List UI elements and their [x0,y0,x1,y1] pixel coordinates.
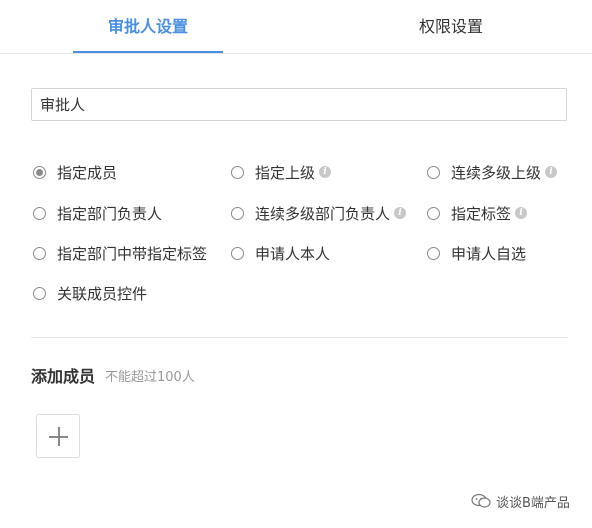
radio-option-multi-level-superior[interactable]: 连续多级上级 i [427,162,558,182]
radio-icon[interactable] [427,206,440,220]
radio-icon[interactable] [33,246,46,260]
add-members-title: 添加成员 [31,367,96,386]
wechat-icon [471,494,491,508]
tab-approver-settings[interactable]: 审批人设置 [73,0,223,53]
option-label: 指定上级 [255,163,316,182]
radio-icon[interactable] [231,246,244,260]
info-icon[interactable]: i [515,207,528,219]
radio-icon[interactable] [33,286,46,300]
tab-bar: 审批人设置 权限设置 [0,0,592,54]
option-label: 申请人本人 [255,244,331,263]
radio-option-department-head[interactable]: 指定部门负责人 [33,203,162,223]
add-member-button[interactable] [36,414,80,458]
watermark: 谈谈B端产品 [471,492,570,511]
radio-icon[interactable] [231,165,244,179]
info-icon[interactable]: i [545,166,558,178]
section-divider [31,337,568,338]
add-members-hint: 不能超过100人 [105,370,195,385]
info-icon[interactable]: i [319,166,332,178]
radio-option-applicant-self[interactable]: 申请人本人 [231,243,330,263]
radio-option-specified-tag[interactable]: 指定标签 i [427,203,528,223]
radio-icon[interactable] [33,165,46,179]
info-icon[interactable]: i [394,207,407,219]
radio-option-applicant-choose[interactable]: 申请人自选 [427,243,526,263]
radio-option-department-with-tag[interactable]: 指定部门中带指定标签 [33,243,207,263]
radio-icon[interactable] [231,206,244,220]
radio-option-linked-member-control[interactable]: 关联成员控件 [33,283,147,303]
radio-option-specified-superior[interactable]: 指定上级 i [231,162,332,182]
active-tab-indicator [73,51,223,53]
option-label: 连续多级部门负责人 [255,204,391,223]
radio-icon[interactable] [33,206,46,220]
option-label: 指定部门中带指定标签 [57,244,208,263]
radio-icon[interactable] [427,246,440,260]
tab-permission-settings[interactable]: 权限设置 [374,0,528,53]
radio-icon[interactable] [427,165,440,179]
radio-option-specified-member[interactable]: 指定成员 [33,162,117,182]
radio-option-multi-level-department-head[interactable]: 连续多级部门负责人 i [231,203,407,223]
option-label: 指定标签 [451,204,512,223]
option-label: 连续多级上级 [451,163,542,182]
option-label: 指定部门负责人 [57,204,163,223]
watermark-text: 谈谈B端产品 [496,495,570,511]
option-label: 指定成员 [57,163,118,182]
approver-name-input[interactable] [31,88,567,121]
option-label: 申请人自选 [451,244,527,263]
option-label: 关联成员控件 [57,284,148,303]
